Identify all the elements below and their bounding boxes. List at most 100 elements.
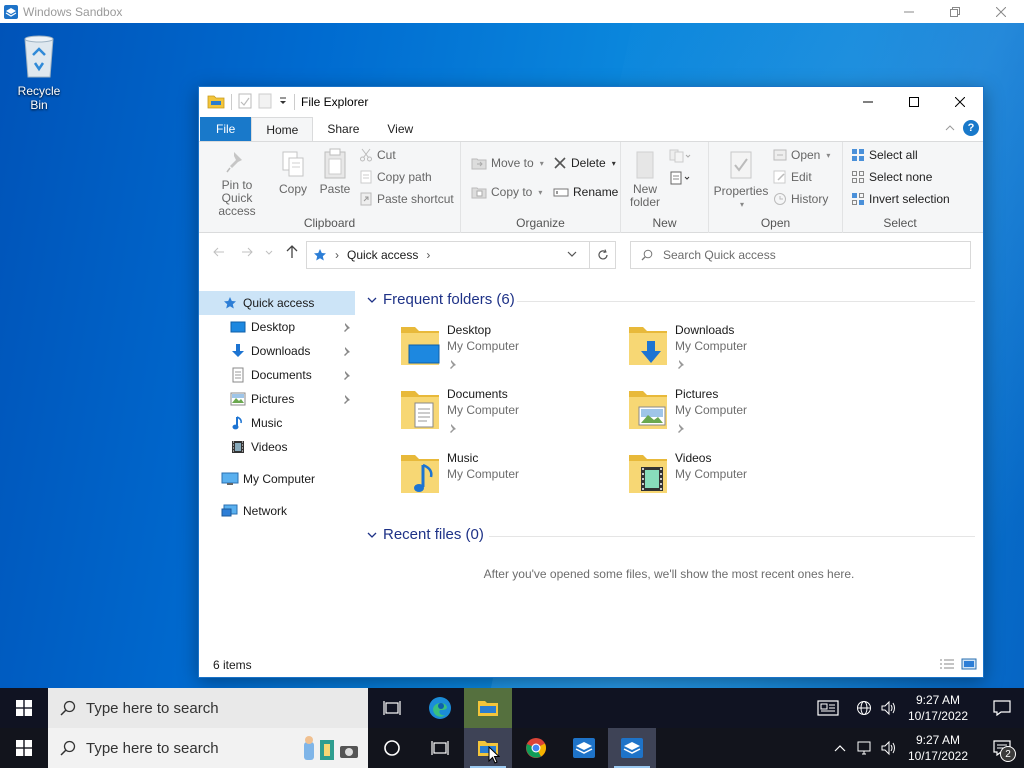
cut-button[interactable]: Cut — [359, 148, 396, 162]
mouse-cursor-icon — [488, 745, 501, 767]
rename-icon — [553, 188, 569, 197]
pin-icon[interactable] — [341, 393, 351, 407]
chrome-taskbar-button[interactable] — [512, 728, 560, 768]
back-button[interactable] — [213, 245, 225, 261]
up-button[interactable] — [286, 245, 298, 262]
paste-shortcut-button[interactable]: Paste shortcut — [359, 192, 454, 206]
nav-item-my-computer[interactable]: My Computer — [199, 467, 355, 491]
pin-to-quick-access-button[interactable]: Pin to Quick access — [205, 150, 269, 218]
pin-icon[interactable] — [341, 321, 351, 335]
host-taskbar-clock[interactable]: 9:27 AM 10/17/2022 — [908, 732, 968, 764]
address-bar[interactable]: › Quick access › — [306, 241, 616, 269]
taskbar-clock[interactable]: 9:27 AM 10/17/2022 — [908, 692, 968, 724]
properties-button[interactable]: Properties ▾ — [713, 150, 769, 211]
folder-tile-pictures[interactable]: Pictures My Computer — [627, 387, 847, 447]
section-divider — [517, 301, 975, 302]
host-task-view-button[interactable] — [416, 728, 464, 768]
copy-to-button[interactable]: Copy to ▾ — [471, 185, 542, 199]
taskbar-search-box[interactable]: Type here to search — [48, 688, 368, 728]
notifications-button[interactable] — [980, 688, 1024, 728]
folder-tile-desktop[interactable]: Desktop My Computer — [399, 323, 619, 383]
language-button[interactable] — [852, 688, 876, 728]
recent-files-header[interactable]: Recent files (0) — [367, 526, 484, 543]
file-explorer-taskbar-button[interactable] — [464, 688, 512, 728]
select-all-button[interactable]: Select all — [851, 148, 918, 162]
new-folder-qat-icon[interactable] — [258, 93, 272, 112]
show-hidden-icons-button[interactable] — [828, 728, 852, 768]
invert-selection-button[interactable]: Invert selection — [851, 192, 950, 206]
task-view-button[interactable] — [368, 688, 416, 728]
properties-qat-icon[interactable] — [238, 93, 252, 112]
edit-button[interactable]: Edit — [773, 170, 812, 184]
address-dropdown-button[interactable] — [567, 248, 577, 262]
edge-taskbar-button[interactable] — [416, 688, 464, 728]
easy-access-button[interactable] — [669, 170, 691, 186]
forward-button[interactable] — [241, 245, 253, 261]
properties-icon — [730, 151, 752, 179]
open-button[interactable]: Open ▾ — [773, 148, 830, 162]
paste-button[interactable]: Paste — [317, 148, 353, 196]
frequent-folders-header[interactable]: Frequent folders (6) — [367, 291, 515, 308]
search-box[interactable]: Search Quick access — [630, 241, 971, 269]
recent-locations-button[interactable] — [265, 245, 273, 261]
volume-button[interactable] — [876, 688, 900, 728]
nav-item-videos[interactable]: Videos — [199, 435, 355, 459]
sandbox-minimize-button[interactable] — [886, 0, 932, 23]
host-search-placeholder: Type here to search — [86, 739, 219, 757]
sandbox-restore-button[interactable] — [932, 0, 978, 23]
new-item-button[interactable] — [669, 148, 691, 164]
delete-button[interactable]: Delete ▾ — [553, 156, 616, 170]
sandbox-taskbar-button[interactable] — [560, 728, 608, 768]
pin-icon[interactable] — [341, 345, 351, 359]
sandbox-close-button[interactable] — [978, 0, 1024, 23]
new-folder-button[interactable]: New folder — [625, 150, 665, 209]
host-start-button[interactable] — [0, 728, 48, 768]
start-button[interactable] — [0, 688, 48, 728]
pin-icon[interactable] — [341, 369, 351, 383]
folder-tile-videos[interactable]: Videos My Computer — [627, 451, 847, 511]
copy-label: Copy — [278, 182, 307, 196]
network-button[interactable] — [852, 728, 876, 768]
tab-view[interactable]: View — [373, 117, 427, 141]
copy-button[interactable]: Copy — [275, 150, 311, 196]
desktop-icon-recycle-bin[interactable]: Recycle Bin — [8, 33, 70, 112]
folder-tile-downloads[interactable]: Downloads My Computer — [627, 323, 847, 383]
nav-item-downloads[interactable]: Downloads — [199, 339, 355, 363]
address-path[interactable]: Quick access — [347, 248, 418, 262]
select-none-button[interactable]: Select none — [851, 170, 932, 184]
nav-item-quick-access[interactable]: Quick access — [199, 291, 355, 315]
restore-icon — [950, 6, 960, 17]
tab-file[interactable]: File — [200, 117, 252, 141]
nav-item-documents[interactable]: Documents — [199, 363, 355, 387]
host-notifications-button[interactable]: 2 — [980, 728, 1024, 768]
explorer-minimize-button[interactable] — [845, 87, 891, 117]
cortana-button[interactable] — [368, 728, 416, 768]
host-volume-button[interactable] — [876, 728, 900, 768]
news-button[interactable] — [812, 688, 844, 728]
refresh-button[interactable] — [589, 241, 616, 269]
rename-button[interactable]: Rename — [553, 185, 618, 199]
nav-item-network[interactable]: Network — [199, 499, 355, 523]
nav-item-music[interactable]: Music — [199, 411, 355, 435]
collapse-ribbon-button[interactable] — [945, 121, 955, 135]
help-button[interactable]: ? — [963, 120, 979, 136]
host-taskbar-search-box[interactable]: Type here to search — [48, 728, 368, 768]
breadcrumb-chevron-icon[interactable]: › — [426, 248, 430, 262]
host-file-explorer-button[interactable] — [464, 728, 512, 768]
tab-home[interactable]: Home — [251, 117, 314, 141]
large-icons-view-button[interactable] — [961, 658, 977, 673]
nav-item-pictures[interactable]: Pictures — [199, 387, 355, 411]
history-button[interactable]: History — [773, 192, 828, 206]
sandbox-window-taskbar-button[interactable] — [608, 728, 656, 768]
nav-item-desktop[interactable]: Desktop — [199, 315, 355, 339]
customize-qat-icon[interactable] — [278, 95, 288, 109]
tab-share[interactable]: Share — [313, 117, 373, 141]
explorer-close-button[interactable] — [937, 87, 983, 117]
copy-path-button[interactable]: Copy path — [359, 170, 432, 184]
details-view-button[interactable] — [939, 658, 955, 673]
folder-tile-documents[interactable]: Documents My Computer — [399, 387, 619, 447]
explorer-maximize-button[interactable] — [891, 87, 937, 117]
folder-tile-music[interactable]: Music My Computer — [399, 451, 619, 511]
move-to-button[interactable]: Move to ▾ — [471, 156, 544, 170]
chevron-down-icon — [567, 251, 577, 257]
